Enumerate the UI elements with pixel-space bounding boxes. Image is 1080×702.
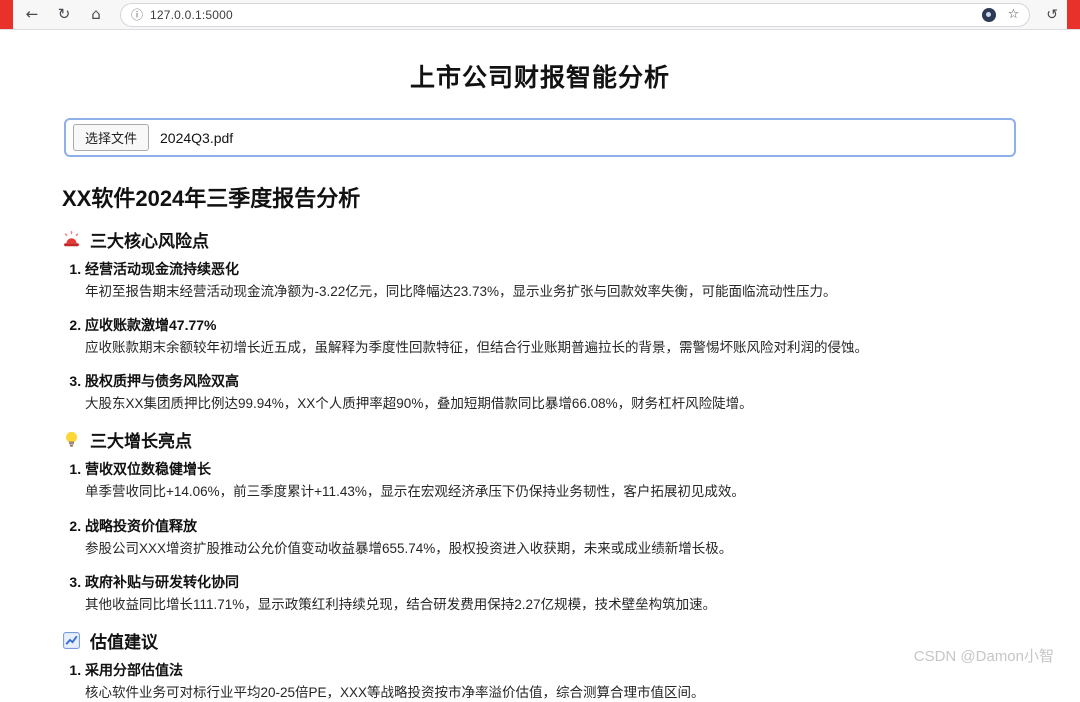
section-risks-heading: 三大核心风险点: [62, 227, 1018, 252]
list-item: 经营活动现金流持续恶化 年初至报告期末经营活动现金流净额为-3.22亿元，同比降…: [85, 259, 1018, 301]
section-valuation-heading: 估值建议: [62, 628, 1018, 653]
risk-list: 经营活动现金流持续恶化 年初至报告期末经营活动现金流净额为-3.22亿元，同比降…: [62, 259, 1018, 413]
report-title: XX软件2024年三季度报告分析: [62, 181, 1018, 213]
page-info-icon[interactable]: ⓘ: [131, 6, 143, 23]
history-icon[interactable]: ↺: [1046, 7, 1058, 23]
item-title: 应收账款激增47.77%: [85, 315, 1018, 335]
favorite-star-icon[interactable]: ☆: [1008, 7, 1020, 22]
section-valuation: 估值建议 采用分部估值法 核心软件业务可对标行业平均20-25倍PE，XXX等战…: [62, 628, 1018, 702]
address-bar[interactable]: ⓘ 127.0.0.1:5000 ☆: [120, 3, 1030, 27]
section-heading-text: 三大增长亮点: [90, 427, 192, 452]
list-item: 应收账款激增47.77% 应收账款期末余额较年初增长近五成，虽解释为季度性回款特…: [85, 315, 1018, 357]
screen-edge-right: [1067, 0, 1080, 29]
section-highlights: 三大增长亮点 营收双位数稳健增长 单季营收同比+14.06%，前三季度累计+11…: [62, 427, 1018, 613]
screen-edge-left: [0, 0, 13, 29]
list-item: 营收双位数稳健增长 单季营收同比+14.06%，前三季度累计+11.43%，显示…: [85, 459, 1018, 501]
url-text: 127.0.0.1:5000: [150, 8, 233, 22]
browser-toolbar: ← ↻ ⌂ ⓘ 127.0.0.1:5000 ☆ ↺: [0, 0, 1080, 30]
section-risks: 三大核心风险点 经营活动现金流持续恶化 年初至报告期末经营活动现金流净额为-3.…: [62, 227, 1018, 413]
item-title: 经营活动现金流持续恶化: [85, 259, 1018, 279]
lightbulb-icon: [62, 430, 81, 449]
item-title: 战略投资价值释放: [85, 516, 1018, 536]
page-content: 上市公司财报智能分析 选择文件 2024Q3.pdf XX软件2024年三季度报…: [0, 58, 1080, 702]
section-highlights-heading: 三大增长亮点: [62, 427, 1018, 452]
file-input[interactable]: 选择文件 2024Q3.pdf: [64, 118, 1016, 157]
page-title: 上市公司财报智能分析: [62, 58, 1018, 94]
choose-file-button[interactable]: 选择文件: [73, 124, 149, 151]
valuation-list: 采用分部估值法 核心软件业务可对标行业平均20-25倍PE，XXX等战略投资按市…: [62, 660, 1018, 702]
item-body: 大股东XX集团质押比例达99.94%，XX个人质押率超90%，叠加短期借款同比暴…: [85, 394, 1018, 413]
list-item: 采用分部估值法 核心软件业务可对标行业平均20-25倍PE，XXX等战略投资按市…: [85, 660, 1018, 702]
item-body: 其他收益同比增长111.71%，显示政策红利持续兑现，结合研发费用保持2.27亿…: [85, 595, 1018, 614]
section-heading-text: 估值建议: [90, 628, 158, 653]
home-button[interactable]: ⌂: [82, 3, 110, 27]
back-button[interactable]: ←: [18, 3, 46, 27]
section-heading-text: 三大核心风险点: [90, 227, 209, 252]
list-item: 战略投资价值释放 参股公司XXX增资扩股推动公允价值变动收益暴增655.74%，…: [85, 516, 1018, 558]
item-body: 年初至报告期末经营活动现金流净额为-3.22亿元，同比降幅达23.73%，显示业…: [85, 282, 1018, 301]
item-body: 应收账款期末余额较年初增长近五成，虽解释为季度性回款特征，但结合行业账期普遍拉长…: [85, 338, 1018, 357]
item-body: 核心软件业务可对标行业平均20-25倍PE，XXX等战略投资按市净率溢价估值，综…: [85, 683, 1018, 702]
list-item: 股权质押与债务风险双高 大股东XX集团质押比例达99.94%，XX个人质押率超9…: [85, 371, 1018, 413]
item-title: 股权质押与债务风险双高: [85, 371, 1018, 391]
list-item: 政府补贴与研发转化协同 其他收益同比增长111.71%，显示政策红利持续兑现，结…: [85, 572, 1018, 614]
file-name: 2024Q3.pdf: [160, 130, 233, 146]
item-body: 参股公司XXX增资扩股推动公允价值变动收益暴增655.74%，股权投资进入收获期…: [85, 539, 1018, 558]
refresh-button[interactable]: ↻: [50, 3, 78, 27]
item-title: 采用分部估值法: [85, 660, 1018, 680]
alarm-icon: [62, 230, 81, 249]
highlight-list: 营收双位数稳健增长 单季营收同比+14.06%，前三季度累计+11.43%，显示…: [62, 459, 1018, 613]
item-body: 单季营收同比+14.06%，前三季度累计+11.43%，显示在宏观经济承压下仍保…: [85, 482, 1018, 501]
item-title: 政府补贴与研发转化协同: [85, 572, 1018, 592]
chart-icon: [62, 631, 81, 650]
item-title: 营收双位数稳健增长: [85, 459, 1018, 479]
translate-icon[interactable]: [982, 8, 996, 22]
